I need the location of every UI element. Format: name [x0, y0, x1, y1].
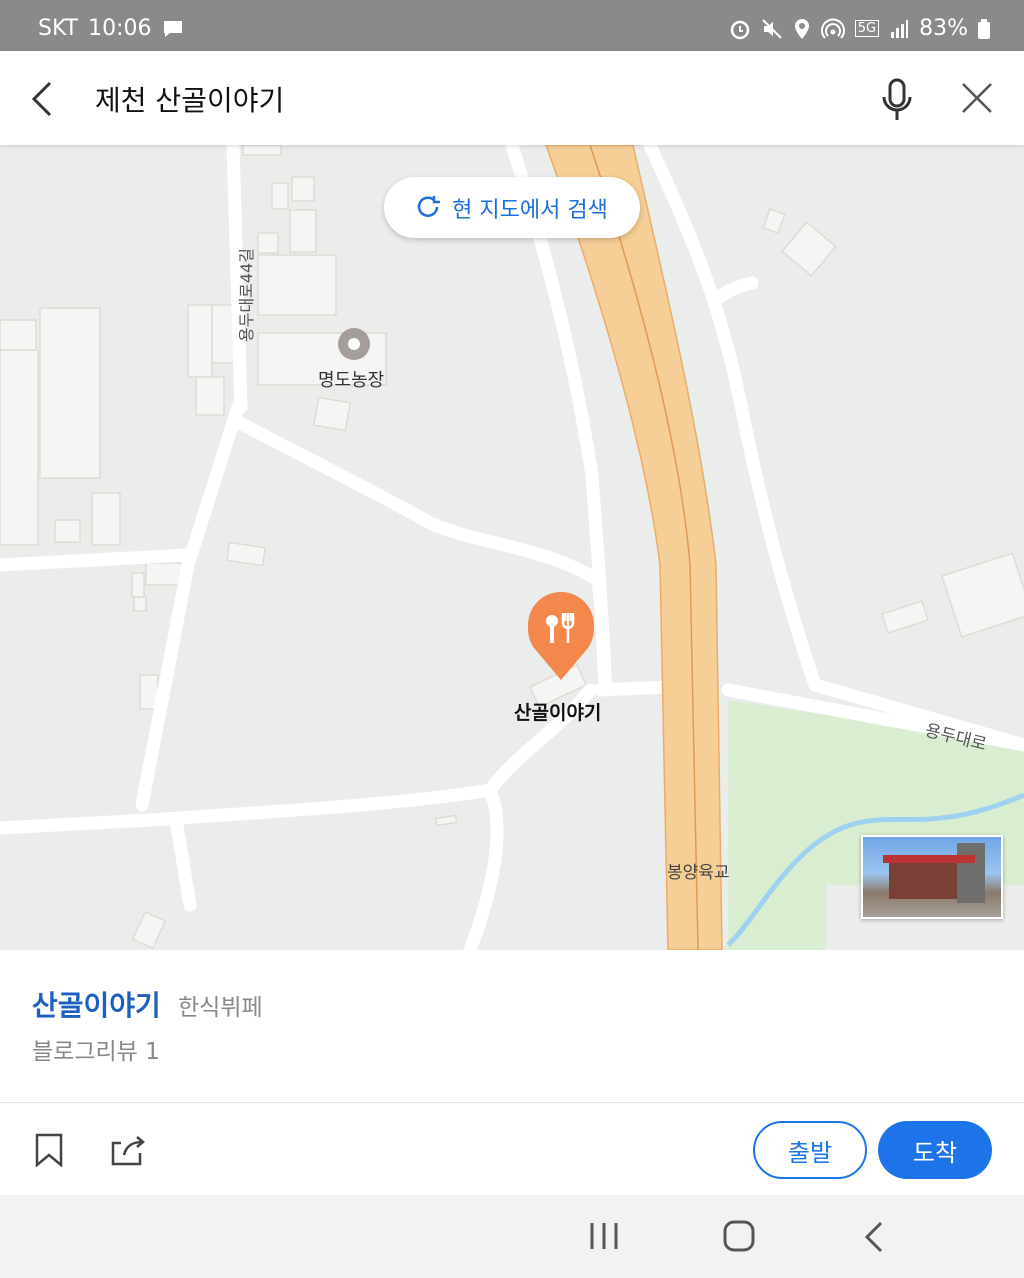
bookmark-icon[interactable]: [34, 1133, 64, 1167]
carrier: SKT: [38, 16, 79, 41]
road-label-vertical: 용두대로44길: [237, 248, 256, 342]
battery-icon: [978, 18, 990, 39]
place-photo-thumbnail[interactable]: [861, 835, 1003, 919]
map-view[interactable]: 현 지도에서 검색 명도농장 용두대로44길 용두대로 봉양육교 산골이야기: [0, 145, 1024, 950]
clock: 10:06: [88, 16, 152, 41]
place-category: 한식뷔페: [178, 995, 263, 1021]
search-bar: 제천 산골이야기: [0, 51, 1024, 145]
refresh-icon: [417, 195, 441, 217]
place-name[interactable]: 산골이야기: [32, 984, 161, 1024]
system-nav-bar: [0, 1195, 1024, 1278]
bridge-label: 봉양육교: [667, 863, 730, 883]
status-bar: SKT 10:06 5G 83%: [0, 0, 1024, 51]
share-icon[interactable]: [110, 1133, 148, 1167]
close-icon[interactable]: [960, 81, 994, 115]
system-back-icon[interactable]: [862, 1221, 888, 1253]
microphone-icon[interactable]: [878, 77, 916, 123]
photo-roof: [883, 855, 975, 863]
arrive-button[interactable]: 도착: [878, 1121, 992, 1179]
message-icon: [163, 20, 182, 37]
blog-review-count[interactable]: 블로그리뷰 1: [32, 1032, 160, 1066]
mute-icon: [762, 18, 782, 39]
battery-level: 83%: [919, 16, 968, 41]
signal-icon: [891, 19, 909, 38]
back-arrow-icon[interactable]: [28, 81, 58, 117]
farm-poi-icon: [338, 328, 370, 360]
location-icon: [794, 18, 809, 39]
depart-button[interactable]: 출발: [753, 1121, 867, 1179]
home-icon[interactable]: [722, 1219, 756, 1253]
place-card[interactable]: 산골이야기 한식뷔페 블로그리뷰 1: [0, 950, 1024, 1102]
photo-tower: [957, 843, 985, 903]
map-canvas[interactable]: [0, 145, 1024, 950]
restaurant-marker[interactable]: [528, 592, 594, 680]
hotspot-icon: [820, 18, 845, 39]
alarm-icon: [730, 20, 749, 39]
farm-label[interactable]: 명도농장: [318, 366, 384, 392]
network-label: 5G: [854, 20, 880, 37]
search-this-area-button[interactable]: 현 지도에서 검색: [384, 177, 640, 238]
marker-label[interactable]: 산골이야기: [514, 698, 601, 725]
action-bar: 출발 도착: [0, 1102, 1024, 1196]
search-query[interactable]: 제천 산골이야기: [95, 79, 284, 119]
recent-apps-icon[interactable]: [588, 1221, 620, 1251]
search-this-area-label: 현 지도에서 검색: [452, 197, 608, 223]
